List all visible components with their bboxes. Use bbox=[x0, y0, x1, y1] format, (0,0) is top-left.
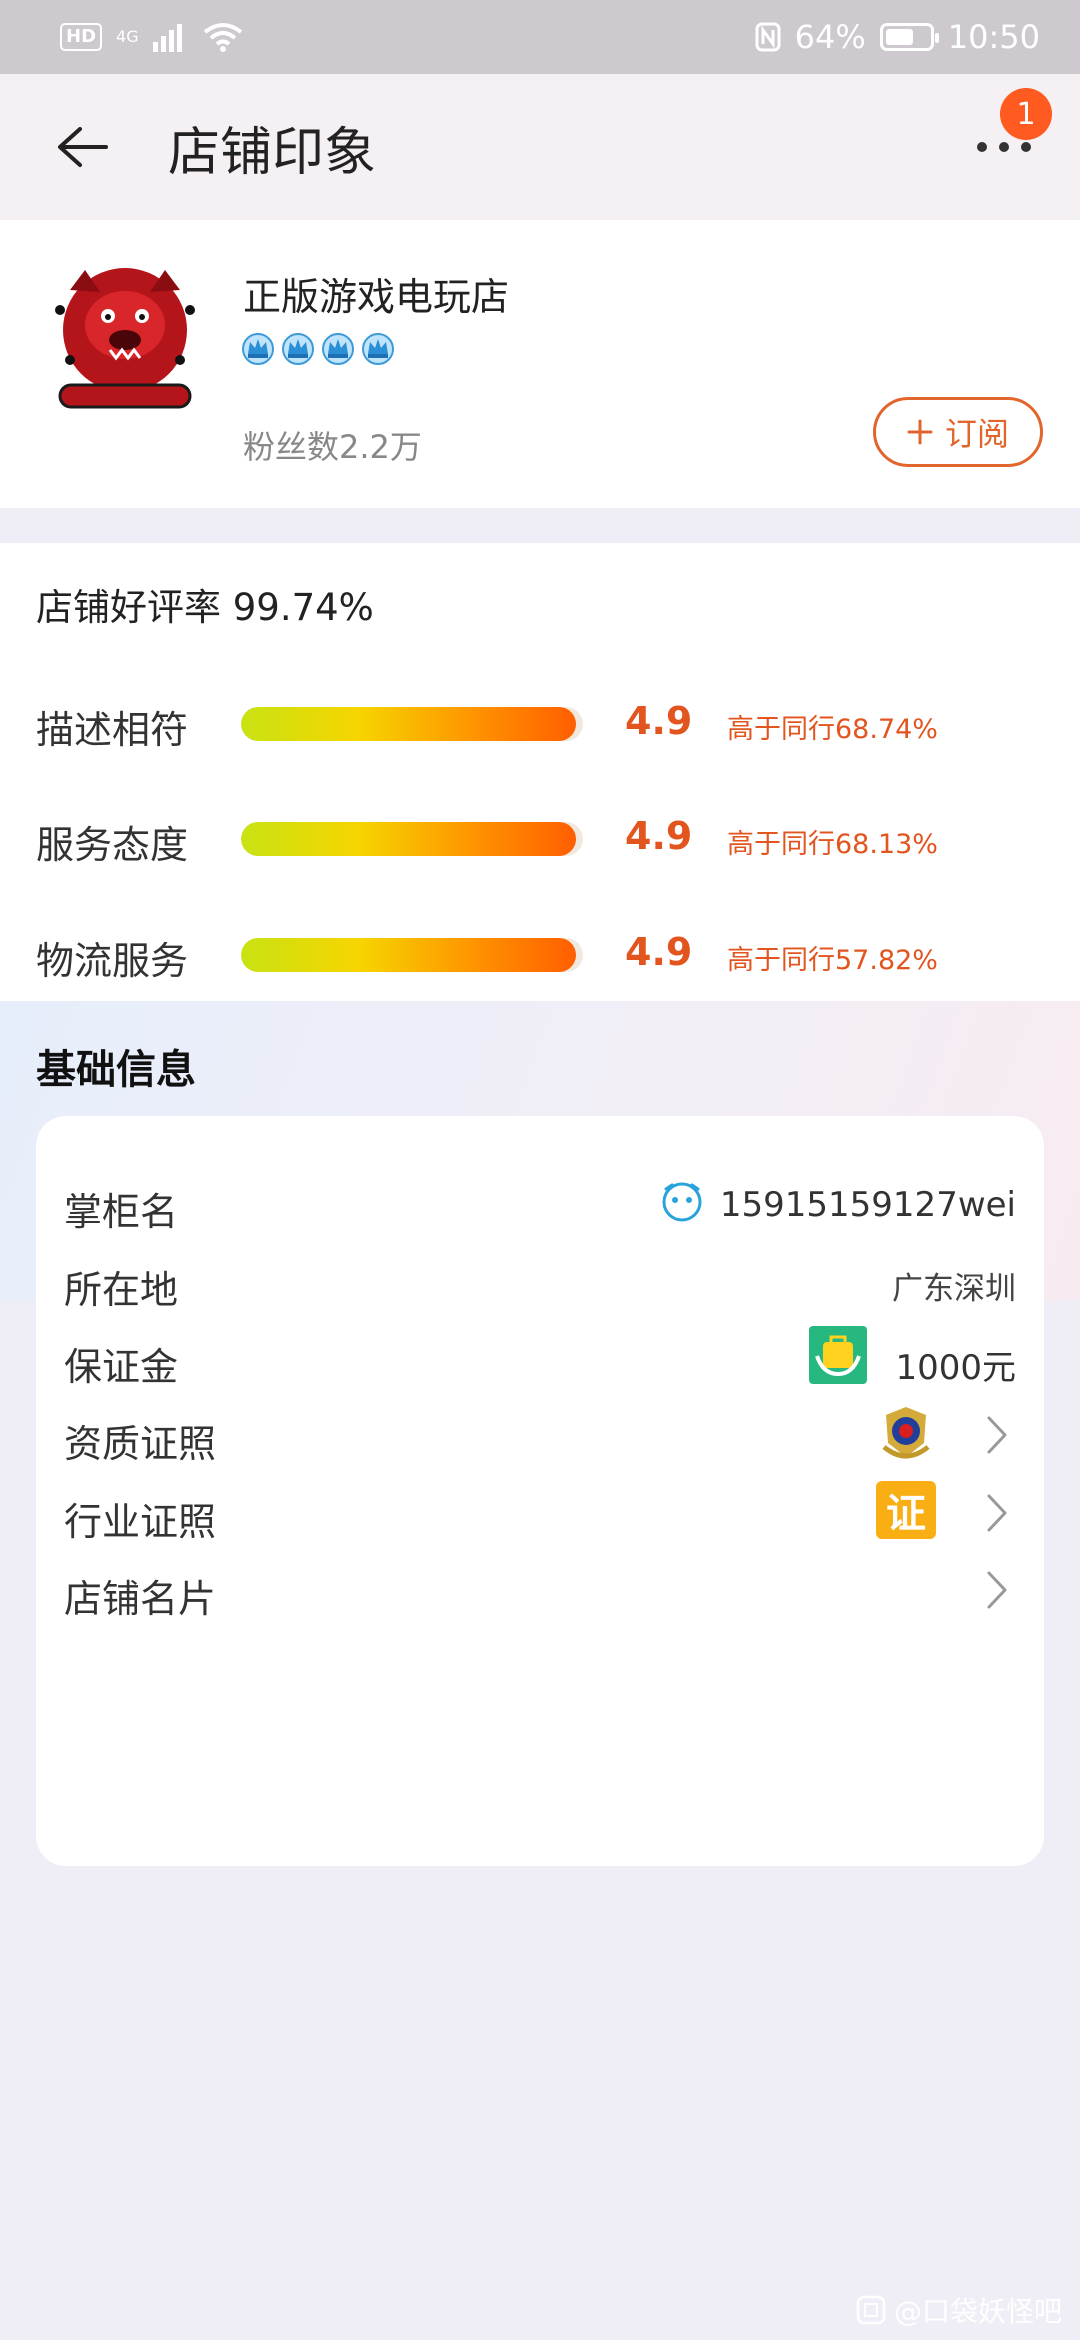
rating-bar bbox=[241, 707, 583, 741]
rating-label: 描述相符 bbox=[36, 708, 189, 752]
info-label: 所在地 bbox=[64, 1268, 179, 1312]
rating-label: 物流服务 bbox=[36, 939, 189, 983]
watermark-text: @口袋妖怪吧 bbox=[893, 2295, 1062, 2328]
rating-card: 店铺好评率 99.74% 描述相符 4.9 高于同行68.74% 服务态度 4.… bbox=[0, 543, 1080, 1001]
info-label: 保证金 bbox=[64, 1345, 179, 1389]
notification-badge: 1 bbox=[1000, 88, 1052, 140]
owner-name: 15915159127wei bbox=[719, 1185, 1016, 1225]
forum-logo-icon bbox=[856, 2295, 886, 2325]
info-row-shop-card[interactable]: 店铺名片 bbox=[36, 1542, 1044, 1642]
crown-icon bbox=[362, 333, 394, 365]
rating-compare: 高于同行68.74% bbox=[727, 714, 938, 745]
wangwang-icon[interactable] bbox=[660, 1179, 704, 1223]
chevron-right-icon bbox=[987, 1571, 1007, 1609]
info-label: 掌柜名 bbox=[64, 1190, 179, 1234]
info-label: 店铺名片 bbox=[64, 1577, 217, 1621]
subscribe-label: 订阅 bbox=[944, 415, 1009, 453]
battery-percent: 64% bbox=[794, 18, 866, 56]
page-title: 店铺印象 bbox=[168, 122, 377, 183]
battery-icon bbox=[879, 23, 939, 51]
rating-bar bbox=[241, 822, 583, 856]
rating-label: 服务态度 bbox=[36, 823, 189, 867]
rating-bar bbox=[241, 938, 583, 972]
rating-score: 4.9 bbox=[625, 699, 693, 743]
crown-icon bbox=[242, 333, 274, 365]
rating-score: 4.9 bbox=[625, 930, 693, 974]
location-value: 广东深圳 bbox=[892, 1271, 1016, 1307]
info-label: 行业证照 bbox=[64, 1500, 217, 1544]
rating-compare: 高于同行57.82% bbox=[727, 945, 938, 976]
hd-indicator: HD bbox=[60, 23, 103, 51]
watermark: @口袋妖怪吧 bbox=[856, 2290, 1062, 2330]
basic-info-title: 基础信息 bbox=[36, 1047, 196, 1093]
shop-level-crowns bbox=[240, 330, 396, 366]
fans-count: 粉丝数2.2万 bbox=[243, 428, 422, 466]
crown-icon bbox=[322, 333, 354, 365]
certificate-icon: 证 bbox=[876, 1481, 936, 1539]
rating-row-description: 描述相符 4.9 高于同行68.74% bbox=[0, 693, 1080, 753]
info-label: 资质证照 bbox=[64, 1422, 217, 1466]
deposit-value: 1000元 bbox=[895, 1348, 1016, 1388]
nfc-icon bbox=[755, 22, 781, 52]
shop-logo-bulldog bbox=[55, 268, 195, 409]
rating-compare: 高于同行68.13% bbox=[727, 829, 938, 860]
back-button[interactable] bbox=[32, 97, 132, 197]
subscribe-button[interactable]: 订阅 bbox=[873, 397, 1043, 467]
shop-name: 正版游戏电玩店 bbox=[243, 275, 510, 319]
wifi-icon bbox=[203, 23, 242, 52]
app-header: 店铺印象 1 bbox=[0, 74, 1080, 220]
shop-card: 正版游戏电玩店 粉丝数2.2万 订阅 bbox=[0, 220, 1080, 508]
rating-row-logistics: 物流服务 4.9 高于同行57.82% bbox=[0, 924, 1080, 984]
chevron-right-icon bbox=[987, 1416, 1007, 1454]
status-bar: HD 4G 64% 10:50 bbox=[0, 0, 1080, 74]
deposit-bag-icon bbox=[809, 1326, 867, 1384]
basic-info-card: 掌柜名 15915159127wei 所在地 广东深圳 保证金 1000元 资质 bbox=[36, 1116, 1044, 1866]
crown-icon bbox=[282, 333, 314, 365]
police-badge-icon bbox=[882, 1407, 930, 1459]
back-arrow-icon bbox=[58, 127, 108, 167]
rating-row-service: 服务态度 4.9 高于同行68.13% bbox=[0, 808, 1080, 868]
more-dots-icon bbox=[977, 142, 1031, 152]
rating-score: 4.9 bbox=[625, 814, 693, 858]
network-type: 4G bbox=[116, 27, 139, 46]
basic-info-section: 基础信息 掌柜名 15915159127wei 所在地 广东深圳 保证金 100… bbox=[0, 1001, 1080, 2340]
good-rate-title: 店铺好评率 99.74% bbox=[36, 586, 374, 629]
chevron-right-icon bbox=[987, 1494, 1007, 1532]
plus-icon bbox=[907, 419, 933, 445]
clock: 10:50 bbox=[947, 18, 1040, 56]
signal-icon bbox=[152, 24, 182, 52]
